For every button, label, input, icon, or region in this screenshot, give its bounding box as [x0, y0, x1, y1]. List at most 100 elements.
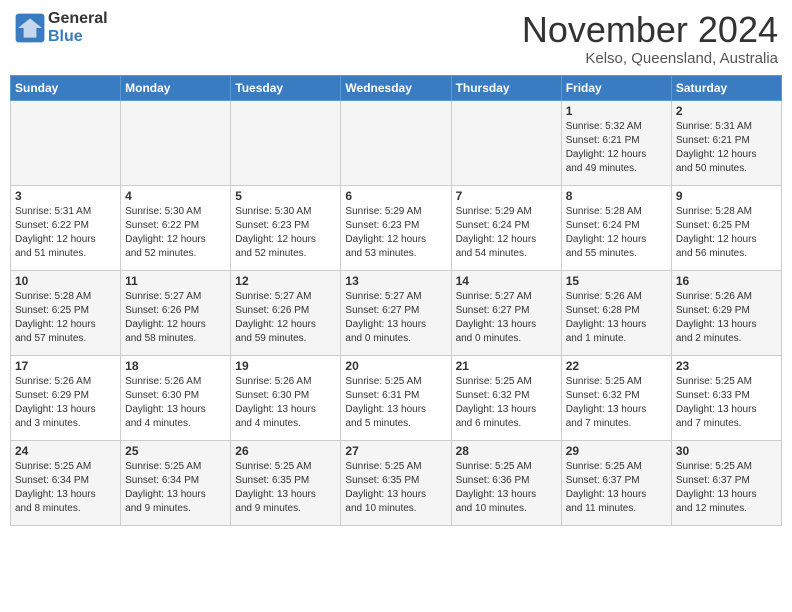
day-info: Sunrise: 5:27 AMSunset: 6:26 PMDaylight:…: [235, 290, 336, 346]
column-header-saturday: Saturday: [671, 75, 781, 100]
day-number: 9: [676, 189, 777, 203]
day-info: Sunrise: 5:26 AMSunset: 6:30 PMDaylight:…: [125, 375, 226, 431]
calendar-cell: 14 Sunrise: 5:27 AMSunset: 6:27 PMDayligh…: [451, 270, 561, 355]
day-number: 25: [125, 444, 226, 458]
day-number: 21: [456, 359, 557, 373]
day-number: 2: [676, 104, 777, 118]
calendar-cell: [11, 100, 121, 185]
day-info: Sunrise: 5:25 AMSunset: 6:35 PMDaylight:…: [235, 460, 336, 516]
day-number: 18: [125, 359, 226, 373]
day-info: Sunrise: 5:26 AMSunset: 6:30 PMDaylight:…: [235, 375, 336, 431]
day-number: 8: [566, 189, 667, 203]
month-title: November 2024: [522, 10, 778, 50]
day-info: Sunrise: 5:26 AMSunset: 6:28 PMDaylight:…: [566, 290, 667, 346]
day-number: 20: [345, 359, 446, 373]
day-info: Sunrise: 5:27 AMSunset: 6:27 PMDaylight:…: [456, 290, 557, 346]
calendar-cell: 20Sunrise: 5:25 AMSunset: 6:31 PMDayligh…: [341, 355, 451, 440]
column-header-monday: Monday: [121, 75, 231, 100]
title-area: November 2024 Kelso, Queensland, Austral…: [522, 10, 778, 67]
calendar-cell: 29Sunrise: 5:25 AMSunset: 6:37 PMDayligh…: [561, 440, 671, 525]
day-info: Sunrise: 5:25 AMSunset: 6:34 PMDaylight:…: [15, 460, 116, 516]
day-info: Sunrise: 5:26 AMSunset: 6:29 PMDaylight:…: [15, 375, 116, 431]
day-number: 5: [235, 189, 336, 203]
day-number: 27: [345, 444, 446, 458]
day-info: Sunrise: 5:25 AMSunset: 6:37 PMDaylight:…: [676, 460, 777, 516]
day-number: 28: [456, 444, 557, 458]
header-row: SundayMondayTuesdayWednesdayThursdayFrid…: [11, 75, 782, 100]
calendar-cell: 7 Sunrise: 5:29 AMSunset: 6:24 PMDaylight…: [451, 185, 561, 270]
calendar-cell: 23Sunrise: 5:25 AMSunset: 6:33 PMDayligh…: [671, 355, 781, 440]
logo-text-general: General: [48, 10, 108, 27]
calendar-cell: 24 Sunrise: 5:25 AMSunset: 6:34 PMDayligh…: [11, 440, 121, 525]
calendar-cell: 21 Sunrise: 5:25 AMSunset: 6:32 PMDayligh…: [451, 355, 561, 440]
day-number: 13: [345, 274, 446, 288]
calendar-cell: [451, 100, 561, 185]
calendar-cell: 4 Sunrise: 5:30 AMSunset: 6:22 PMDaylight…: [121, 185, 231, 270]
logo: General Blue: [14, 10, 108, 46]
calendar-cell: 3 Sunrise: 5:31 AMSunset: 6:22 PMDaylight…: [11, 185, 121, 270]
day-number: 17: [15, 359, 116, 373]
calendar-cell: 2 Sunrise: 5:31 AMSunset: 6:21 PMDaylight…: [671, 100, 781, 185]
calendar-cell: [341, 100, 451, 185]
day-info: Sunrise: 5:25 AMSunset: 6:32 PMDaylight:…: [456, 375, 557, 431]
day-number: 16: [676, 274, 777, 288]
day-number: 22: [566, 359, 667, 373]
day-info: Sunrise: 5:30 AMSunset: 6:23 PMDaylight:…: [235, 205, 336, 261]
day-info: Sunrise: 5:29 AMSunset: 6:23 PMDaylight:…: [345, 205, 446, 261]
column-header-sunday: Sunday: [11, 75, 121, 100]
day-info: Sunrise: 5:25 AMSunset: 6:36 PMDaylight:…: [456, 460, 557, 516]
day-info: Sunrise: 5:31 AMSunset: 6:21 PMDaylight:…: [676, 120, 777, 176]
week-row-1: 1Sunrise: 5:32 AMSunset: 6:21 PMDaylight…: [11, 100, 782, 185]
day-info: Sunrise: 5:28 AMSunset: 6:25 PMDaylight:…: [15, 290, 116, 346]
day-info: Sunrise: 5:27 AMSunset: 6:27 PMDaylight:…: [345, 290, 446, 346]
day-info: Sunrise: 5:32 AMSunset: 6:21 PMDaylight:…: [566, 120, 667, 176]
day-number: 12: [235, 274, 336, 288]
day-info: Sunrise: 5:28 AMSunset: 6:24 PMDaylight:…: [566, 205, 667, 261]
day-number: 30: [676, 444, 777, 458]
calendar-cell: 17 Sunrise: 5:26 AMSunset: 6:29 PMDayligh…: [11, 355, 121, 440]
day-number: 3: [15, 189, 116, 203]
day-number: 4: [125, 189, 226, 203]
calendar-cell: 12 Sunrise: 5:27 AMSunset: 6:26 PMDayligh…: [231, 270, 341, 355]
calendar-cell: 5 Sunrise: 5:30 AMSunset: 6:23 PMDaylight…: [231, 185, 341, 270]
day-number: 29: [566, 444, 667, 458]
calendar-cell: 11Sunrise: 5:27 AMSunset: 6:26 PMDayligh…: [121, 270, 231, 355]
day-info: Sunrise: 5:31 AMSunset: 6:22 PMDaylight:…: [15, 205, 116, 261]
calendar-cell: 8 Sunrise: 5:28 AMSunset: 6:24 PMDaylight…: [561, 185, 671, 270]
day-number: 19: [235, 359, 336, 373]
calendar-cell: 28 Sunrise: 5:25 AMSunset: 6:36 PMDayligh…: [451, 440, 561, 525]
day-info: Sunrise: 5:25 AMSunset: 6:33 PMDaylight:…: [676, 375, 777, 431]
calendar-cell: 9 Sunrise: 5:28 AMSunset: 6:25 PMDaylight…: [671, 185, 781, 270]
calendar-cell: [231, 100, 341, 185]
calendar-cell: 19 Sunrise: 5:26 AMSunset: 6:30 PMDayligh…: [231, 355, 341, 440]
day-number: 24: [15, 444, 116, 458]
day-number: 7: [456, 189, 557, 203]
calendar-cell: 10 Sunrise: 5:28 AMSunset: 6:25 PMDayligh…: [11, 270, 121, 355]
calendar-cell: [121, 100, 231, 185]
calendar-table: SundayMondayTuesdayWednesdayThursdayFrid…: [10, 75, 782, 526]
column-header-tuesday: Tuesday: [231, 75, 341, 100]
day-info: Sunrise: 5:28 AMSunset: 6:25 PMDaylight:…: [676, 205, 777, 261]
week-row-5: 24 Sunrise: 5:25 AMSunset: 6:34 PMDayligh…: [11, 440, 782, 525]
day-number: 6: [345, 189, 446, 203]
day-number: 14: [456, 274, 557, 288]
logo-icon: [14, 12, 46, 44]
day-info: Sunrise: 5:26 AMSunset: 6:29 PMDaylight:…: [676, 290, 777, 346]
day-number: 11: [125, 274, 226, 288]
calendar-cell: 26 Sunrise: 5:25 AMSunset: 6:35 PMDayligh…: [231, 440, 341, 525]
day-info: Sunrise: 5:29 AMSunset: 6:24 PMDaylight:…: [456, 205, 557, 261]
day-info: Sunrise: 5:30 AMSunset: 6:22 PMDaylight:…: [125, 205, 226, 261]
calendar-cell: 1Sunrise: 5:32 AMSunset: 6:21 PMDaylight…: [561, 100, 671, 185]
column-header-wednesday: Wednesday: [341, 75, 451, 100]
column-header-friday: Friday: [561, 75, 671, 100]
column-header-thursday: Thursday: [451, 75, 561, 100]
day-number: 26: [235, 444, 336, 458]
location-title: Kelso, Queensland, Australia: [522, 50, 778, 67]
header: General Blue November 2024 Kelso, Queens…: [10, 10, 782, 67]
calendar-cell: 16 Sunrise: 5:26 AMSunset: 6:29 PMDayligh…: [671, 270, 781, 355]
day-info: Sunrise: 5:25 AMSunset: 6:32 PMDaylight:…: [566, 375, 667, 431]
week-row-3: 10 Sunrise: 5:28 AMSunset: 6:25 PMDayligh…: [11, 270, 782, 355]
day-number: 10: [15, 274, 116, 288]
day-number: 15: [566, 274, 667, 288]
calendar-cell: 25Sunrise: 5:25 AMSunset: 6:34 PMDayligh…: [121, 440, 231, 525]
